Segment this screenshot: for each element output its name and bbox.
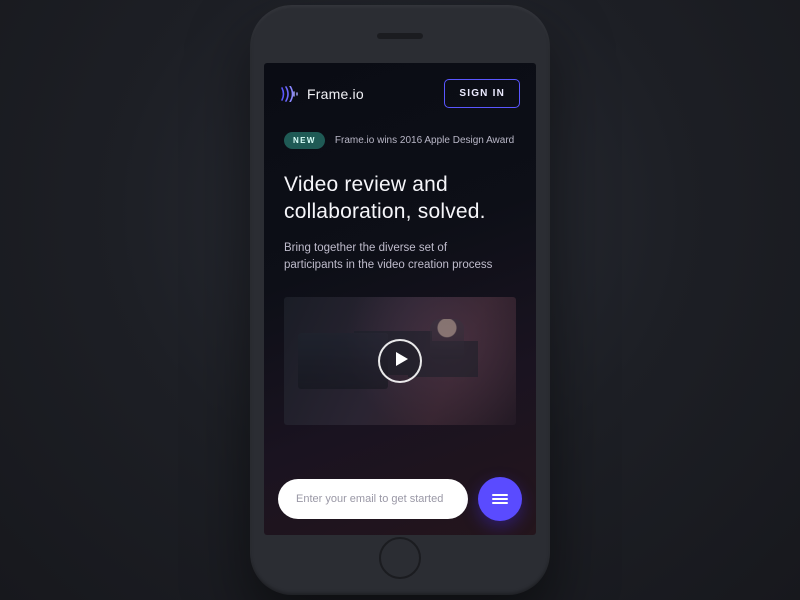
brand-logo[interactable]: Frame.io	[280, 86, 364, 102]
announcement-text: Frame.io wins 2016 Apple Design Award	[335, 135, 514, 146]
page-headline: Video review and collaboration, solved.	[284, 171, 516, 226]
signin-button[interactable]: SIGN IN	[444, 79, 520, 108]
announcement-row[interactable]: NEW Frame.io wins 2016 Apple Design Awar…	[284, 132, 516, 149]
top-bar: Frame.io SIGN IN	[264, 63, 536, 118]
play-icon	[393, 352, 408, 371]
hero-video[interactable]	[284, 297, 516, 425]
menu-fab[interactable]	[478, 477, 522, 521]
cta-bar	[278, 477, 522, 521]
hero-section: NEW Frame.io wins 2016 Apple Design Awar…	[264, 118, 536, 425]
frameio-logo-icon	[280, 86, 300, 102]
play-button[interactable]	[378, 339, 422, 383]
app-screen: Frame.io SIGN IN NEW Frame.io wins 2016 …	[264, 63, 536, 535]
page-subhead: Bring together the diverse set of partic…	[284, 240, 504, 276]
brand-name: Frame.io	[307, 86, 364, 102]
menu-icon	[492, 494, 508, 504]
new-badge: NEW	[284, 132, 325, 149]
email-input[interactable]	[278, 479, 468, 519]
phone-frame: Frame.io SIGN IN NEW Frame.io wins 2016 …	[250, 5, 550, 595]
